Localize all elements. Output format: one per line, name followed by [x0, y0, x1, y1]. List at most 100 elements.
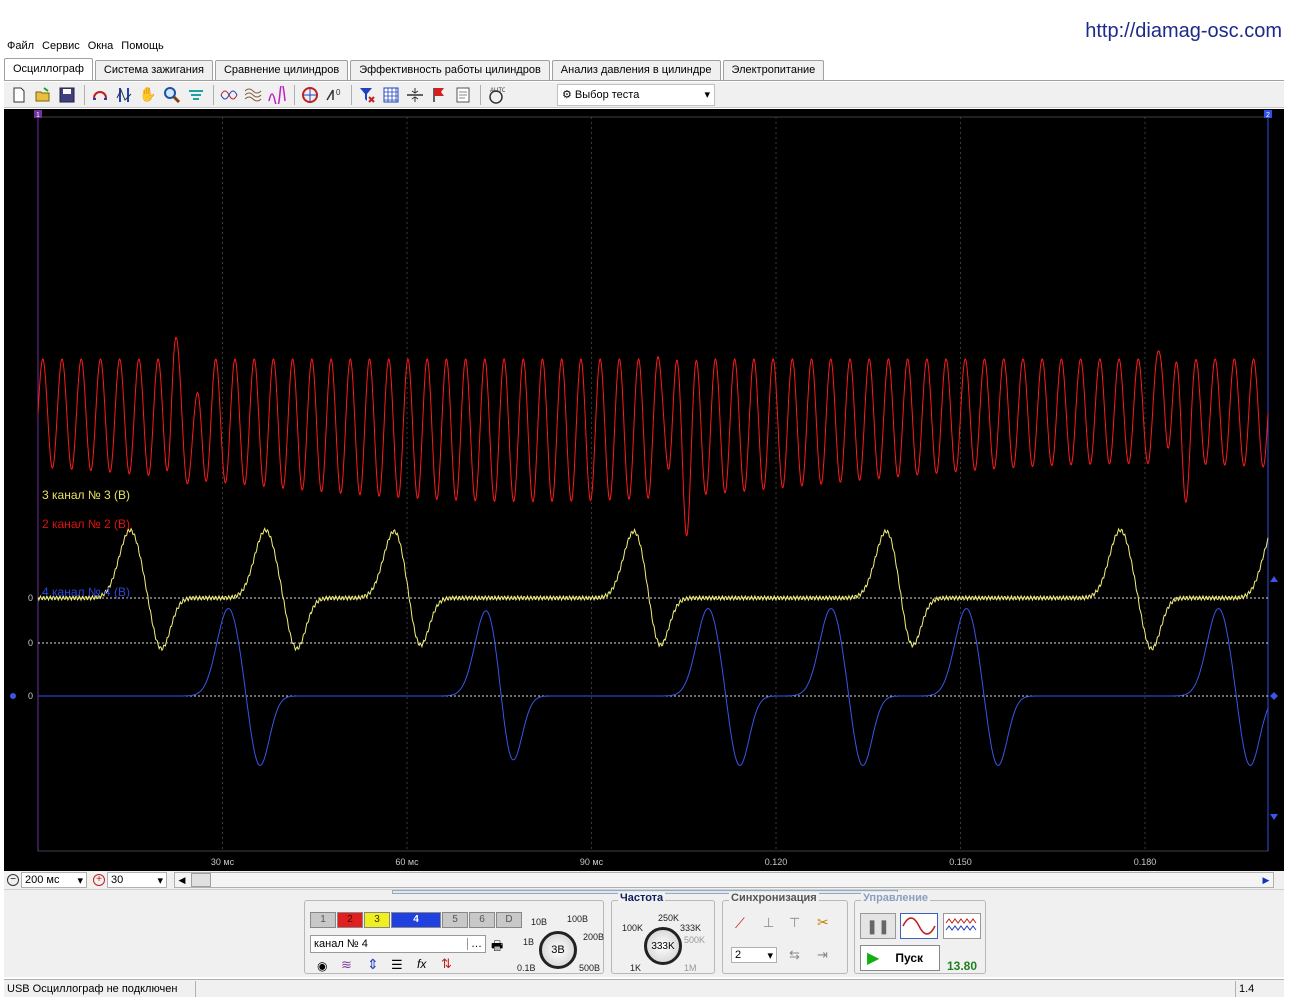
status-bar: USB Осциллограф не подключен 1.4	[4, 979, 1284, 997]
ellipsis-icon[interactable]: …	[467, 938, 482, 950]
cursor-reset-icon[interactable]	[89, 84, 111, 106]
vertical-scale-icon[interactable]: ⇕	[367, 956, 379, 973]
frequency-knob[interactable]: 333K	[644, 927, 682, 965]
signal-filter-icon[interactable]	[185, 84, 207, 106]
rising-edge-icon[interactable]: ⟋	[735, 915, 745, 932]
horizontal-cursor-icon[interactable]	[404, 84, 426, 106]
channel-name-field[interactable]: канал № 4 …	[310, 935, 486, 953]
volt-label-100v: 100В	[567, 914, 589, 924]
zoom-in-icon[interactable]: +	[93, 874, 105, 886]
chevron-down-icon: ▾	[77, 874, 83, 887]
single-sweep-button[interactable]	[900, 913, 938, 939]
channel-label: 2 канал № 2 (В)	[42, 517, 131, 531]
sync-level-icon[interactable]: ⇆	[789, 947, 800, 963]
tab-oscilloscope[interactable]: Осциллограф	[4, 58, 93, 80]
channel-group: 1 2 3 4 5 6 D канал № 4 … 🖶 ◉ ≋ ⇕ ☰ fx ⇅…	[304, 900, 604, 974]
freq-label-333k: 333K	[680, 923, 702, 933]
channel-button-3[interactable]: 3	[364, 912, 390, 928]
freq-label-250k: 250K	[658, 913, 680, 923]
volt-label-01v: 0.1В	[517, 963, 536, 973]
toolbar-separator	[351, 84, 352, 105]
toolbar-separator	[84, 84, 85, 105]
svg-text:0: 0	[336, 88, 341, 97]
menu-windows[interactable]: Окна	[87, 40, 115, 56]
sync-channel-select[interactable]: 2 ▾	[731, 947, 777, 963]
channel-button-d[interactable]: D	[496, 912, 522, 928]
channel-button-5[interactable]: 5	[442, 912, 468, 928]
zero-offset-icon[interactable]: 0	[323, 84, 345, 106]
channel-label: 3 канал № 3 (В)	[42, 488, 131, 502]
waveform-overlay-icon[interactable]	[242, 84, 264, 106]
hand-pan-icon[interactable]: ✋	[137, 84, 159, 106]
chevron-down-icon: ▾	[704, 89, 710, 101]
zoom-icon[interactable]	[161, 84, 183, 106]
plot-background	[4, 109, 1284, 871]
timebase-select[interactable]: 200 мс ▾	[21, 872, 87, 888]
waveform-icon[interactable]: ≋	[341, 957, 352, 973]
function-icon[interactable]: fx	[417, 957, 426, 971]
test-select[interactable]: ⚙ Выбор теста ▾	[557, 83, 715, 106]
waveform-plot[interactable]: 0 0 0 30 мс 60 мс 90 мс 0.120 0.150 0.180 1 2	[4, 109, 1284, 871]
eye-icon[interactable]: ◉	[317, 959, 327, 973]
oscilloscope-screen[interactable]: 0 0 0 30 мс 60 мс 90 мс 0.120 0.150 0.180 1 2 3 …	[4, 109, 1284, 871]
freq-label-500k: 500K	[684, 935, 706, 945]
trigger-down-icon[interactable]: ⊤	[789, 915, 800, 931]
zoom-out-icon[interactable]: −	[7, 874, 19, 886]
horizontal-scrollbar[interactable]: ◀ ▶	[174, 872, 1274, 888]
channel-button-2[interactable]: 2	[337, 912, 363, 928]
grid-icon[interactable]	[380, 84, 402, 106]
spectrum-icon[interactable]	[266, 84, 288, 106]
toolbar-separator	[480, 84, 481, 105]
print-icon[interactable]: 🖶	[491, 937, 503, 959]
volt-label-10v: 10В	[531, 917, 548, 927]
channel-button-6[interactable]: 6	[469, 912, 495, 928]
menu-file[interactable]: Файл	[6, 40, 35, 56]
pause-button[interactable]: ❚❚	[860, 913, 896, 939]
channel-name-value: канал № 4	[314, 938, 368, 950]
x-tick-label: 0.120	[765, 857, 788, 867]
tab-power-supply[interactable]: Электропитание	[722, 60, 825, 80]
continuous-sweep-button[interactable]	[943, 913, 981, 939]
marker-flag-icon[interactable]	[428, 84, 450, 106]
measure-cursor-icon[interactable]	[113, 84, 135, 106]
version-label: 1.4	[1239, 982, 1255, 995]
trigger-up-icon[interactable]: ⊥	[763, 915, 774, 931]
waveform-compare-icon[interactable]	[218, 84, 240, 106]
chevron-down-icon: ▾	[767, 949, 773, 962]
scroll-left-icon[interactable]: ◀	[175, 873, 189, 887]
volt-label-1v: 1В	[523, 937, 535, 947]
volt-knob[interactable]: 3В	[539, 931, 577, 969]
tab-cylinder-compare[interactable]: Сравнение цилиндров	[214, 60, 349, 80]
chevron-down-icon: ▾	[157, 874, 163, 887]
tab-cylinder-efficiency[interactable]: Эффективность работы цилиндров	[350, 60, 550, 80]
menu-service[interactable]: Сервис	[41, 40, 81, 56]
sync-title: Синхронизация	[729, 892, 819, 904]
channel-button-1[interactable]: 1	[310, 912, 336, 928]
control-title: Управление	[861, 892, 931, 904]
open-file-icon[interactable]	[32, 84, 54, 106]
channel-button-4[interactable]: 4	[391, 912, 441, 928]
notes-icon[interactable]	[452, 84, 474, 106]
tab-pressure-analysis[interactable]: Анализ давления в цилиндре	[551, 60, 721, 80]
cursor-marker-label: 2	[1266, 112, 1270, 119]
offset-icon[interactable]: ⇅	[441, 956, 452, 972]
x-tick-label: 30 мс	[211, 857, 235, 867]
start-button[interactable]: ▶ Пуск	[860, 945, 940, 971]
channel-label: 4 канал № 4 (В)	[42, 585, 131, 599]
toolbar: ✋ 0 AUTO ⚙ Выбор теста ▾	[4, 82, 1284, 108]
sync-delay-icon[interactable]: ⇥	[817, 947, 828, 963]
zoom-select[interactable]: 30 ▾	[107, 872, 167, 888]
save-icon[interactable]	[56, 84, 78, 106]
new-file-icon[interactable]	[8, 84, 30, 106]
line-style-icon[interactable]: ☰	[391, 957, 403, 973]
channel-filter-icon[interactable]	[356, 84, 378, 106]
trigger-auto-icon[interactable]: ✂	[817, 914, 829, 931]
menu-help[interactable]: Помощь	[120, 40, 165, 56]
scroll-right-icon[interactable]: ▶	[1259, 873, 1273, 887]
volt-label-500v: 500В	[579, 963, 601, 973]
auto-icon[interactable]: AUTO	[485, 84, 507, 106]
scroll-thumb[interactable]	[191, 873, 211, 887]
auto-scale-icon[interactable]	[299, 84, 321, 106]
tab-ignition-system[interactable]: Система зажигания	[94, 60, 213, 80]
freq-label-1k: 1K	[630, 963, 642, 973]
